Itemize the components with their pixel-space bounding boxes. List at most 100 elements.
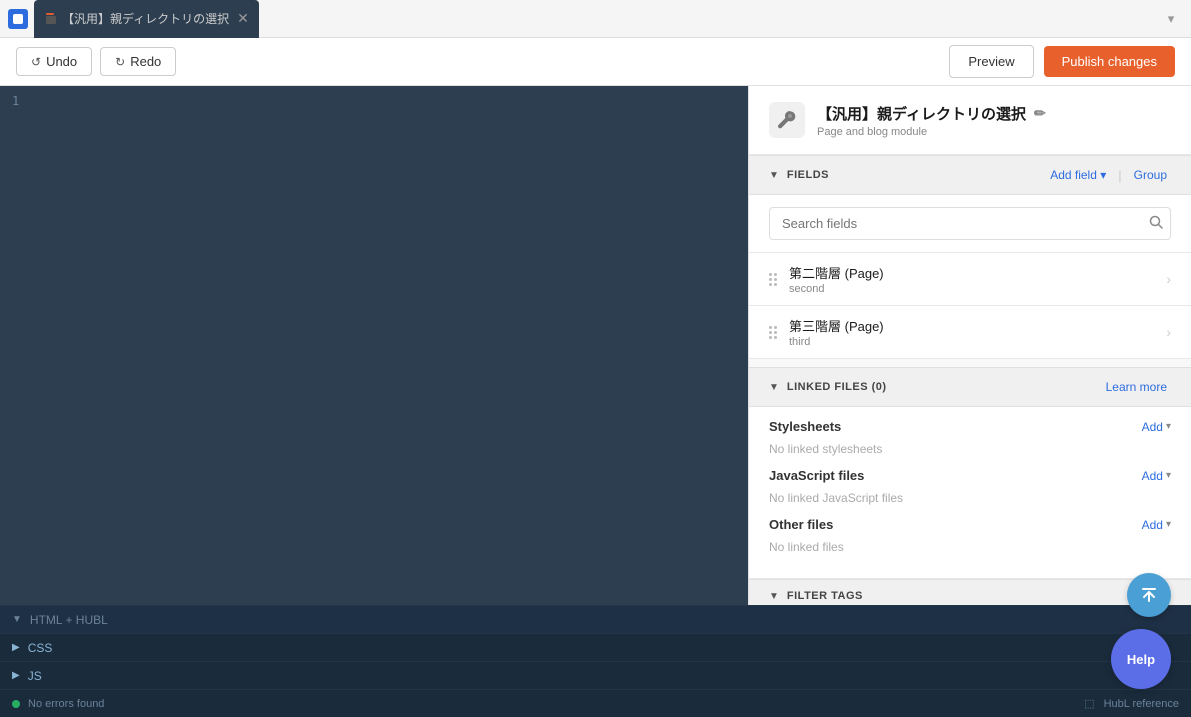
field-name-0: 第二階層 (Page): [789, 263, 1154, 282]
add-field-button[interactable]: Add field ▾: [1046, 166, 1110, 184]
search-input[interactable]: [769, 207, 1171, 240]
css-label: CSS: [28, 641, 53, 655]
filter-tags-title: FILTER TAGS: [787, 590, 1171, 602]
scroll-back-button[interactable]: [1127, 573, 1171, 617]
field-key-0: second: [789, 283, 1154, 295]
fields-section-header: ▼ FIELDS Add field ▾ | Group: [749, 155, 1191, 195]
scroll-back-icon: [1140, 586, 1158, 604]
toolbar-right: Preview Publish changes: [949, 45, 1175, 78]
learn-more-button[interactable]: Learn more: [1102, 378, 1171, 396]
add-javascript-chevron: ▾: [1166, 470, 1171, 481]
search-button[interactable]: [1149, 215, 1163, 233]
search-icon: [1149, 215, 1163, 229]
linked-files-content: Stylesheets Add ▾ No linked stylesheets …: [749, 407, 1191, 579]
field-arrow-1: ›: [1166, 324, 1171, 340]
drag-dot: [774, 326, 777, 329]
tab-icon: [8, 9, 28, 29]
fields-actions: Add field ▾ | Group: [1046, 166, 1171, 184]
active-tab[interactable]: 【汎用】親ディレクトリの選択 ✕: [34, 0, 259, 38]
wrench-icon: [776, 109, 798, 131]
field-arrow-0: ›: [1166, 271, 1171, 287]
html-hubl-label: HTML + HUBL: [30, 613, 108, 627]
field-item-1[interactable]: 第三階層 (Page) third ›: [749, 306, 1191, 359]
add-other-button[interactable]: Add ▾: [1142, 518, 1171, 532]
add-stylesheet-chevron: ▾: [1166, 421, 1171, 432]
stylesheets-title: Stylesheets: [769, 419, 1142, 434]
js-chevron: ▶: [12, 670, 20, 681]
module-icon: [769, 102, 805, 138]
drag-dot: [774, 336, 777, 339]
undo-button[interactable]: ↺ Undo: [16, 47, 92, 76]
redo-icon: ↻: [115, 55, 125, 69]
redo-button[interactable]: ↻ Redo: [100, 47, 176, 76]
help-button[interactable]: Help: [1111, 629, 1171, 689]
filter-tags-chevron[interactable]: ▼: [769, 591, 779, 602]
hubl-reference-link[interactable]: ⬚ HubL reference: [1084, 697, 1179, 710]
other-files-title: Other files: [769, 517, 1142, 532]
hubl-ref-label: HubL reference: [1104, 698, 1179, 710]
tab-bar: 【汎用】親ディレクトリの選択 ✕ ▾: [0, 0, 1191, 38]
editor-sections: ▼ HTML + HUBL ▶ CSS ▶ JS No errors found…: [0, 605, 1191, 717]
add-other-label: Add: [1142, 518, 1163, 532]
linked-files-section-header: ▼ LINKED FILES (0) Learn more: [749, 367, 1191, 407]
linked-files-chevron[interactable]: ▼: [769, 382, 779, 393]
main-layout: 1 ▼ HTML + HUBL ▶ CSS ▶ JS No errors fou…: [0, 86, 1191, 717]
status-dot: [12, 700, 20, 708]
add-field-label: Add field: [1050, 168, 1097, 182]
html-hubl-section[interactable]: ▼ HTML + HUBL: [0, 605, 1191, 633]
module-header: 【汎用】親ディレクトリの選択 ✏ Page and blog module: [749, 86, 1191, 155]
js-label: JS: [28, 669, 42, 683]
module-title: 【汎用】親ディレクトリの選択 ✏: [817, 103, 1171, 124]
undo-icon: ↺: [31, 55, 41, 69]
drag-handle-1[interactable]: [769, 326, 777, 339]
help-label: Help: [1127, 652, 1155, 667]
field-info-0: 第二階層 (Page) second: [789, 263, 1154, 295]
redo-label: Redo: [130, 54, 161, 69]
js-section[interactable]: ▶ JS: [0, 661, 1191, 689]
search-input-wrapper: [769, 207, 1171, 240]
css-section[interactable]: ▶ CSS: [0, 633, 1191, 661]
preview-label: Preview: [968, 54, 1014, 69]
field-item-0[interactable]: 第二階層 (Page) second ›: [749, 253, 1191, 306]
javascript-title: JavaScript files: [769, 468, 1142, 483]
drag-dot: [769, 273, 772, 276]
fields-chevron[interactable]: ▼: [769, 170, 779, 181]
add-other-chevron: ▾: [1166, 519, 1171, 530]
drag-dot: [769, 331, 772, 334]
edit-title-icon[interactable]: ✏: [1034, 105, 1046, 122]
add-stylesheet-button[interactable]: Add ▾: [1142, 420, 1171, 434]
stylesheets-row: Stylesheets Add ▾: [769, 419, 1171, 434]
no-stylesheets: No linked stylesheets: [769, 442, 1171, 456]
drag-dot: [769, 326, 772, 329]
module-subtitle: Page and blog module: [817, 126, 1171, 138]
publish-button[interactable]: Publish changes: [1044, 46, 1175, 77]
drag-dot: [774, 278, 777, 281]
action-separator: |: [1118, 168, 1121, 183]
editor-area: 1 ▼ HTML + HUBL ▶ CSS ▶ JS No errors fou…: [0, 86, 748, 717]
linked-files-title: LINKED FILES (0): [787, 381, 1102, 393]
fields-list: 第二階層 (Page) second › 第三階層 (Page) third: [749, 253, 1191, 359]
javascript-row: JavaScript files Add ▾: [769, 468, 1171, 483]
drag-dot: [769, 278, 772, 281]
tab-close-button[interactable]: ✕: [237, 10, 249, 27]
group-button[interactable]: Group: [1130, 166, 1171, 184]
fields-section-title: FIELDS: [787, 169, 1046, 181]
search-container: [749, 195, 1191, 253]
toolbar: ↺ Undo ↻ Redo Preview Publish changes: [0, 38, 1191, 86]
publish-label: Publish changes: [1062, 54, 1157, 69]
hubl-ref-icon: ⬚: [1084, 697, 1094, 710]
drag-dot: [774, 283, 777, 286]
preview-button[interactable]: Preview: [949, 45, 1033, 78]
drag-dot: [774, 331, 777, 334]
module-title-text: 【汎用】親ディレクトリの選択: [817, 103, 1026, 124]
add-javascript-button[interactable]: Add ▾: [1142, 469, 1171, 483]
tab-expand-button[interactable]: ▾: [1159, 7, 1183, 31]
group-label: Group: [1134, 168, 1167, 182]
learn-more-label: Learn more: [1106, 380, 1167, 394]
drag-handle-0[interactable]: [769, 273, 777, 286]
no-other-files: No linked files: [769, 540, 1171, 554]
field-key-1: third: [789, 336, 1154, 348]
tab-file-icon: [44, 12, 58, 26]
drag-dot: [769, 283, 772, 286]
cursor: [180, 306, 182, 320]
